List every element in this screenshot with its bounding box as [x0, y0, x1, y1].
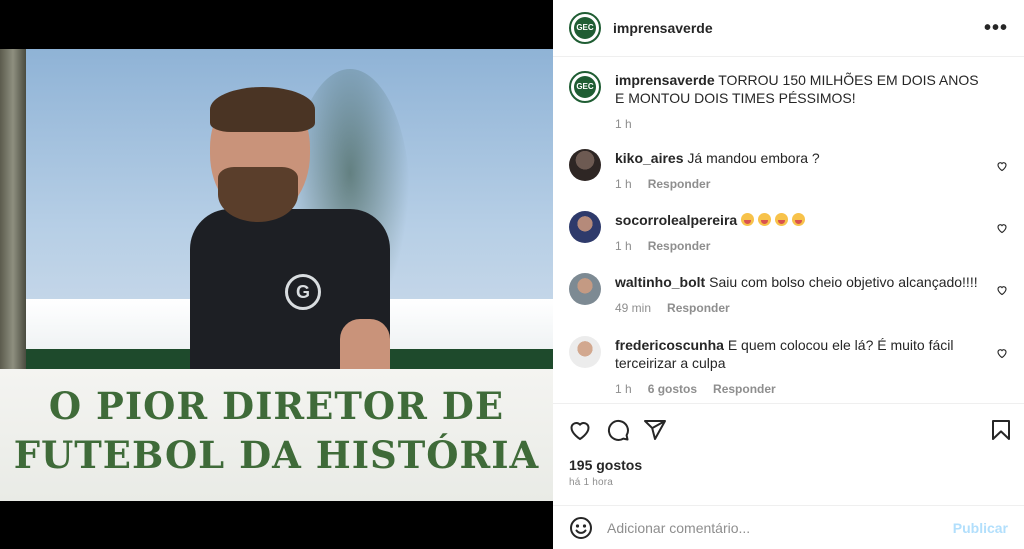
comment-body: socorrolealpereira 1 h Responder	[615, 211, 985, 255]
comment-username[interactable]: kiko_aires	[615, 150, 684, 166]
avatar[interactable]	[569, 71, 601, 103]
publish-button[interactable]: Publicar	[953, 520, 1008, 536]
heart-icon[interactable]	[996, 283, 1008, 296]
shirt-badge: G	[285, 274, 321, 310]
comment-input[interactable]	[607, 519, 937, 536]
post-actions	[553, 403, 1024, 455]
emoji-icon	[758, 213, 772, 226]
comment-meta: 1 h Responder	[615, 237, 985, 255]
caption: imprensaverde TORROU 150 MILHÕES EM DOIS…	[569, 71, 1008, 133]
reply-button[interactable]: Responder	[648, 237, 711, 255]
comment-body: waltinho_bolt Saiu com bolso cheio objet…	[615, 273, 985, 317]
avatar[interactable]	[569, 149, 601, 181]
more-options-icon[interactable]: •••	[984, 17, 1008, 40]
comment-body: fredericoscunha E quem colocou ele lá? É…	[615, 336, 985, 398]
list-item: kiko_aires Já mandou embora ? 1 h Respon…	[569, 149, 1008, 193]
comment-icon[interactable]	[606, 418, 630, 442]
emoji-icon	[741, 213, 755, 226]
avatar[interactable]	[569, 273, 601, 305]
heart-icon[interactable]	[996, 221, 1008, 234]
comment-text: Saiu com bolso cheio objetivo alcançado!…	[709, 274, 978, 290]
comment-text: Já mandou embora ?	[687, 150, 820, 166]
comment-time[interactable]: 49 min	[615, 299, 651, 317]
comment-time[interactable]: 1 h	[615, 175, 632, 193]
headline-line-2: FUTEBOL DA HISTÓRIA	[13, 433, 540, 477]
comments-list[interactable]: imprensaverde TORROU 150 MILHÕES EM DOIS…	[553, 57, 1024, 402]
person-hair	[210, 87, 315, 132]
comment-username[interactable]: socorrolealpereira	[615, 212, 737, 228]
person-beard	[218, 167, 298, 222]
headline-line-1: O PIOR DIRETOR DE	[48, 384, 505, 428]
post-side-panel: imprensaverde ••• imprensaverde TORROU 1…	[553, 0, 1024, 549]
like-heart-icon[interactable]	[568, 418, 592, 442]
emoji-icon	[792, 213, 806, 226]
list-item: fredericoscunha E quem colocou ele lá? É…	[569, 336, 1008, 398]
comment-meta: 1 h Responder	[615, 175, 985, 193]
likes-count[interactable]: 195 gostos	[569, 457, 642, 473]
avatar[interactable]	[569, 336, 601, 368]
comment-username[interactable]: waltinho_bolt	[615, 274, 705, 290]
caption-username[interactable]: imprensaverde	[615, 72, 715, 88]
post-image[interactable]: G O PIOR DIRETOR DE FUTEBOL DA HISTÓRIA	[0, 49, 553, 501]
image-post	[0, 49, 26, 369]
caption-time[interactable]: 1 h	[615, 115, 632, 133]
heart-icon[interactable]	[996, 346, 1008, 359]
comment-time[interactable]: 1 h	[615, 237, 632, 255]
list-item: waltinho_bolt Saiu com bolso cheio objet…	[569, 273, 1008, 317]
add-comment-bar: Publicar	[553, 505, 1024, 549]
reply-button[interactable]: Responder	[667, 299, 730, 317]
heart-icon[interactable]	[996, 159, 1008, 172]
comment-username[interactable]: fredericoscunha	[615, 337, 724, 353]
avatar[interactable]	[569, 211, 601, 243]
avatar[interactable]	[569, 12, 601, 44]
comment-emojis	[741, 212, 809, 228]
post-author-username[interactable]: imprensaverde	[613, 20, 713, 36]
caption-body: imprensaverde TORROU 150 MILHÕES EM DOIS…	[615, 71, 985, 133]
reply-button[interactable]: Responder	[648, 175, 711, 193]
comment-meta: 49 min Responder	[615, 299, 985, 317]
reply-button[interactable]: Responder	[713, 380, 776, 398]
post-header: imprensaverde •••	[553, 0, 1024, 57]
emoji-icon	[775, 213, 789, 226]
share-icon[interactable]	[643, 418, 667, 442]
post-media-pane: G O PIOR DIRETOR DE FUTEBOL DA HISTÓRIA	[0, 0, 553, 549]
caption-meta: 1 h	[615, 115, 985, 133]
comment-body: kiko_aires Já mandou embora ? 1 h Respon…	[615, 149, 985, 193]
image-person: G	[180, 87, 410, 409]
comment-meta: 1 h 6 gostos Responder	[615, 380, 985, 398]
comment-likes[interactable]: 6 gostos	[648, 380, 697, 398]
image-headline: O PIOR DIRETOR DE FUTEBOL DA HISTÓRIA	[0, 382, 553, 480]
comment-time[interactable]: 1 h	[615, 380, 632, 398]
post-timestamp[interactable]: há 1 hora	[569, 477, 613, 488]
list-item: socorrolealpereira 1 h Responder	[569, 211, 1008, 255]
bookmark-icon[interactable]	[989, 418, 1013, 442]
smiley-icon[interactable]	[569, 516, 593, 540]
